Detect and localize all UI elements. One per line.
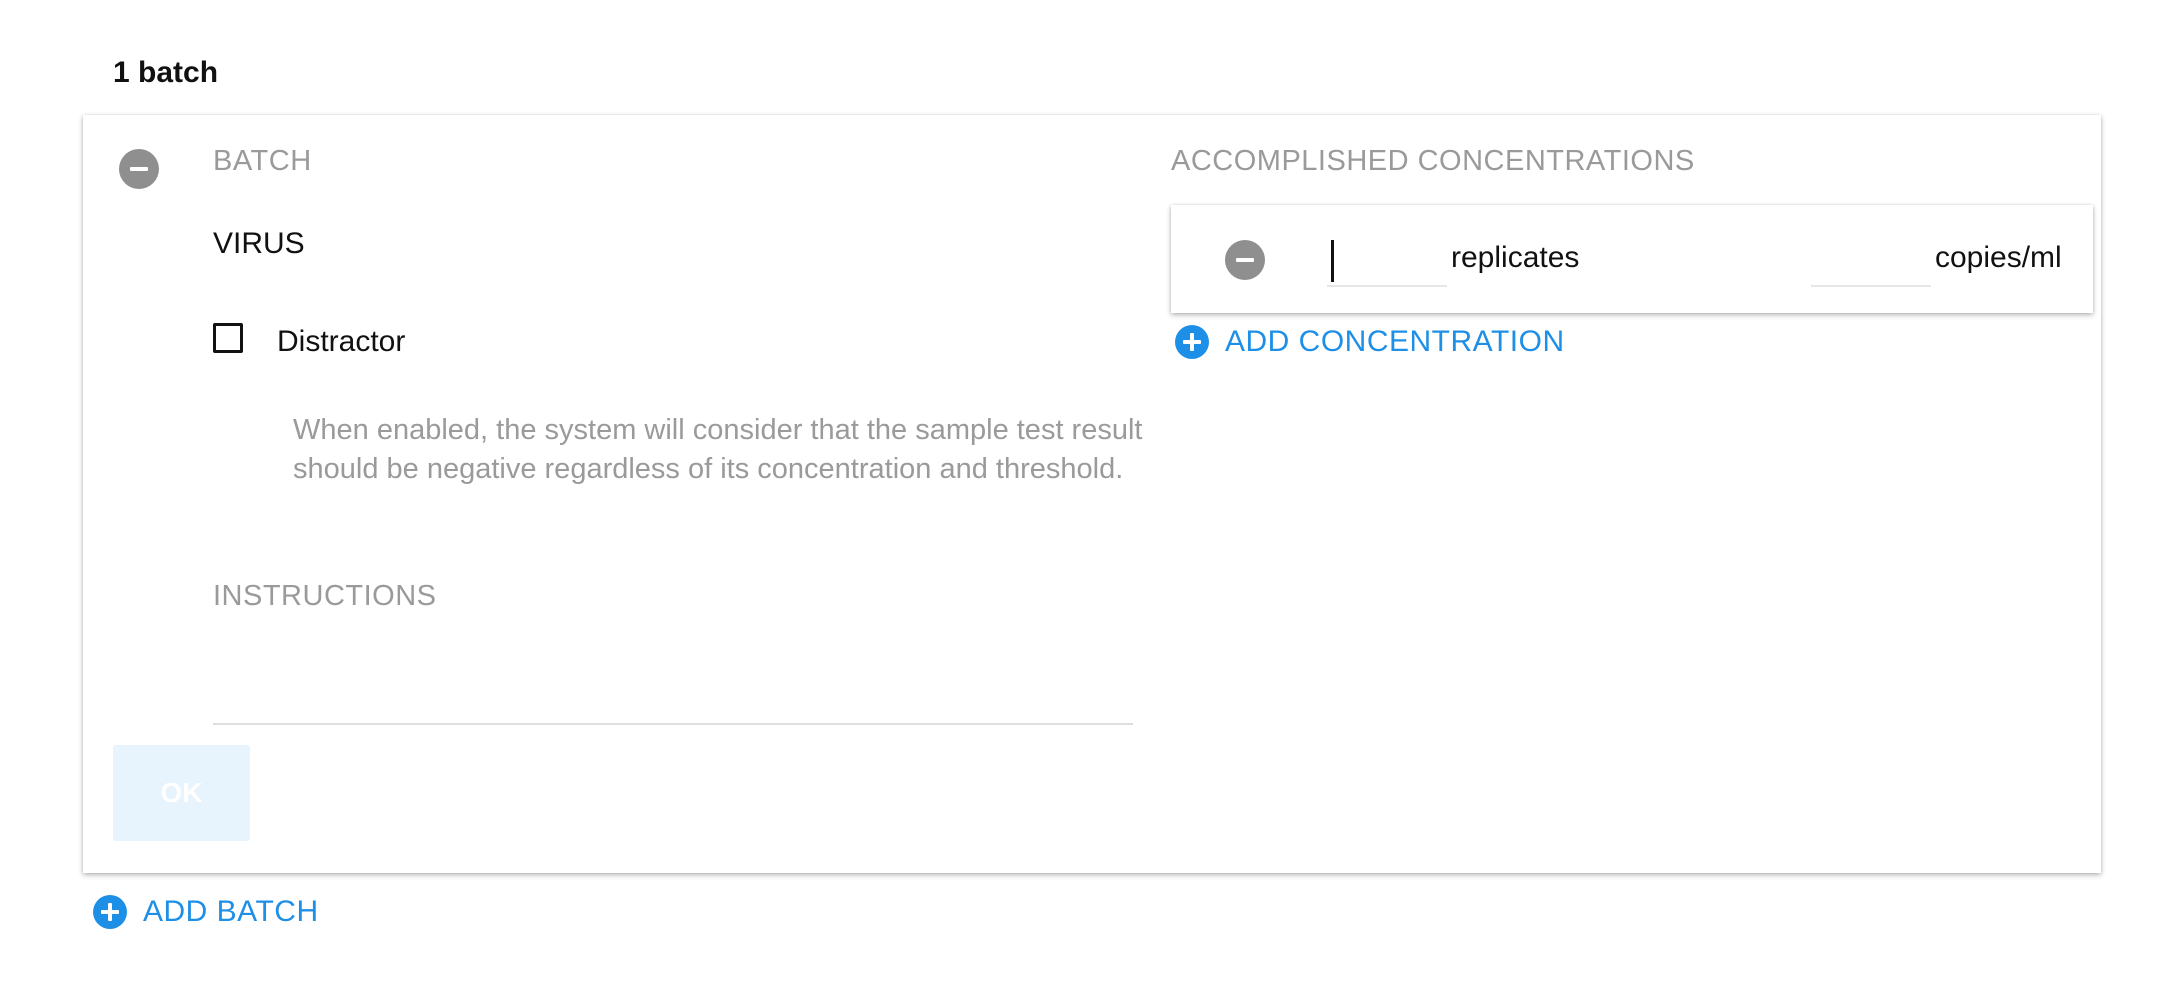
concentration-row: replicates copies/ml bbox=[1171, 205, 2093, 313]
instructions-label: INSTRUCTIONS bbox=[213, 580, 437, 612]
distractor-help-text: When enabled, the system will consider t… bbox=[293, 414, 1143, 485]
plus-circle-icon bbox=[1175, 325, 1209, 359]
batch-count-heading: 1 batch bbox=[113, 56, 219, 89]
plus-circle-icon bbox=[93, 895, 127, 929]
add-batch-link[interactable]: ADD BATCH bbox=[93, 895, 319, 929]
replicates-input[interactable] bbox=[1327, 235, 1447, 287]
instructions-underline bbox=[213, 723, 1133, 725]
batch-section-label: BATCH bbox=[213, 145, 312, 177]
ok-button[interactable]: OK bbox=[113, 745, 250, 841]
distractor-label[interactable]: Distractor bbox=[277, 325, 405, 359]
remove-batch-minus-icon[interactable] bbox=[119, 149, 159, 189]
add-concentration-link[interactable]: ADD CONCENTRATION bbox=[1175, 325, 1565, 359]
batch-card: BATCH VIRUS Distractor When enabled, the… bbox=[83, 115, 2101, 873]
copies-input[interactable] bbox=[1811, 235, 1931, 287]
remove-concentration-minus-icon[interactable] bbox=[1225, 240, 1265, 280]
distractor-checkbox[interactable] bbox=[213, 323, 243, 353]
text-cursor bbox=[1331, 240, 1334, 282]
add-concentration-label: ADD CONCENTRATION bbox=[1225, 325, 1565, 358]
copies-unit: copies/ml bbox=[1935, 241, 2062, 274]
instructions-input[interactable] bbox=[213, 655, 1137, 723]
replicates-unit: replicates bbox=[1451, 241, 1580, 274]
concentrations-section-label: ACCOMPLISHED CONCENTRATIONS bbox=[1171, 145, 1695, 177]
virus-name: VIRUS bbox=[213, 227, 305, 260]
add-batch-label: ADD BATCH bbox=[143, 895, 319, 928]
